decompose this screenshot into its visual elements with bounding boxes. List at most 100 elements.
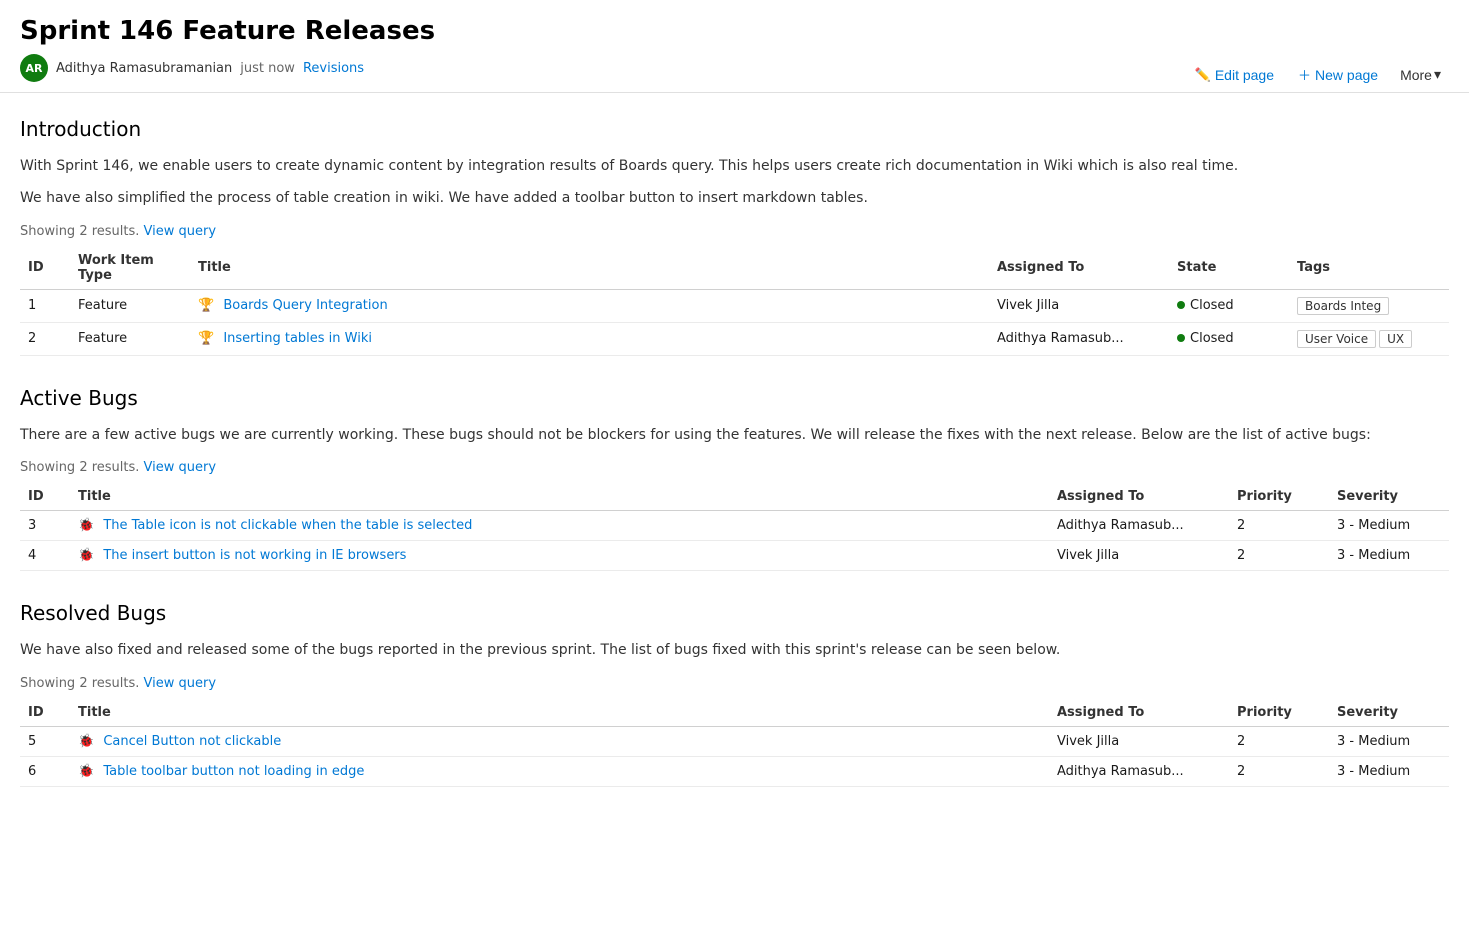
timestamp: just now xyxy=(240,61,295,76)
intro-paragraph-1: With Sprint 146, we enable users to crea… xyxy=(20,155,1449,177)
feature-icon: 🏆 xyxy=(198,298,214,313)
avatar: AR xyxy=(20,54,48,82)
title-link[interactable]: Boards Query Integration xyxy=(223,298,387,313)
cell-priority: 2 xyxy=(1229,756,1329,786)
chevron-down-icon: ▾ xyxy=(1434,66,1441,83)
cell-id: 5 xyxy=(20,726,70,756)
bug-icon: 🐞 xyxy=(78,518,94,533)
col-header-severity-resolved: Severity xyxy=(1329,699,1449,727)
title-link[interactable]: Cancel Button not clickable xyxy=(103,734,281,749)
col-header-tags: Tags xyxy=(1289,247,1449,290)
introduction-table: ID Work Item Type Title Assigned To Stat… xyxy=(20,247,1449,356)
resolved-bugs-paragraph: We have also fixed and released some of … xyxy=(20,639,1449,661)
cell-priority: 2 xyxy=(1229,726,1329,756)
cell-title: 🏆 Boards Query Integration xyxy=(190,289,989,322)
col-header-assigned-bugs: Assigned To xyxy=(1049,483,1229,511)
table-row: 4 🐞 The insert button is not working in … xyxy=(20,541,1449,571)
cell-id: 3 xyxy=(20,511,70,541)
cell-severity: 3 - Medium xyxy=(1329,756,1449,786)
status-dot xyxy=(1177,334,1185,342)
col-header-severity-bugs: Severity xyxy=(1329,483,1449,511)
cell-assigned: Adithya Ramasub... xyxy=(1049,511,1229,541)
active-bugs-paragraph: There are a few active bugs we are curre… xyxy=(20,424,1449,446)
resolved-bugs-section: Resolved Bugs We have also fixed and rel… xyxy=(20,601,1449,786)
col-header-id: ID xyxy=(20,247,70,290)
col-header-title-resolved: Title xyxy=(70,699,1049,727)
col-header-priority-bugs: Priority xyxy=(1229,483,1329,511)
author-name: Adithya Ramasubramanian xyxy=(56,61,232,76)
cell-priority: 2 xyxy=(1229,541,1329,571)
more-button[interactable]: More ▾ xyxy=(1392,61,1449,88)
col-header-title: Title xyxy=(190,247,989,290)
col-header-priority-resolved: Priority xyxy=(1229,699,1329,727)
table-row: 5 🐞 Cancel Button not clickable Vivek Ji… xyxy=(20,726,1449,756)
resolved-bugs-title: Resolved Bugs xyxy=(20,601,1449,625)
status-dot xyxy=(1177,301,1185,309)
cell-assigned: Vivek Jilla xyxy=(1049,541,1229,571)
intro-view-query-link[interactable]: View query xyxy=(144,224,217,239)
title-link[interactable]: Inserting tables in Wiki xyxy=(223,331,372,346)
cell-assigned: Adithya Ramasub... xyxy=(1049,756,1229,786)
revisions-link[interactable]: Revisions xyxy=(303,61,364,76)
cell-state: Closed xyxy=(1169,322,1289,355)
cell-tags: Boards Integ xyxy=(1289,289,1449,322)
bug-icon: 🐞 xyxy=(78,764,94,779)
introduction-title: Introduction xyxy=(20,117,1449,141)
table-row: 6 🐞 Table toolbar button not loading in … xyxy=(20,756,1449,786)
title-link[interactable]: The Table icon is not clickable when the… xyxy=(103,518,472,533)
cell-id: 6 xyxy=(20,756,70,786)
cell-title: 🐞 The insert button is not working in IE… xyxy=(70,541,1049,571)
col-header-id-resolved: ID xyxy=(20,699,70,727)
cell-tags: User VoiceUX xyxy=(1289,322,1449,355)
cell-severity: 3 - Medium xyxy=(1329,511,1449,541)
cell-state: Closed xyxy=(1169,289,1289,322)
active-bugs-view-query-link[interactable]: View query xyxy=(144,460,217,475)
cell-title: 🏆 Inserting tables in Wiki xyxy=(190,322,989,355)
cell-type: Feature xyxy=(70,322,190,355)
edit-icon: ✏️ xyxy=(1195,67,1211,83)
introduction-section: Introduction With Sprint 146, we enable … xyxy=(20,117,1449,356)
cell-assigned: Vivek Jilla xyxy=(1049,726,1229,756)
edit-page-label: Edit page xyxy=(1215,67,1274,83)
cell-id: 2 xyxy=(20,322,70,355)
active-bugs-section: Active Bugs There are a few active bugs … xyxy=(20,386,1449,571)
page-title: Sprint 146 Feature Releases xyxy=(20,16,1449,46)
cell-priority: 2 xyxy=(1229,511,1329,541)
col-header-state: State xyxy=(1169,247,1289,290)
col-header-assigned: Assigned To xyxy=(989,247,1169,290)
active-bugs-table: ID Title Assigned To Priority Severity 3… xyxy=(20,483,1449,571)
cell-title: 🐞 Table toolbar button not loading in ed… xyxy=(70,756,1049,786)
cell-severity: 3 - Medium xyxy=(1329,726,1449,756)
bug-icon: 🐞 xyxy=(78,734,94,749)
cell-title: 🐞 Cancel Button not clickable xyxy=(70,726,1049,756)
table-row: 1 Feature 🏆 Boards Query Integration Viv… xyxy=(20,289,1449,322)
resolved-bugs-view-query-link[interactable]: View query xyxy=(144,676,217,691)
cell-severity: 3 - Medium xyxy=(1329,541,1449,571)
tag-badge: UX xyxy=(1379,330,1412,348)
col-header-type: Work Item Type xyxy=(70,247,190,290)
active-bugs-title: Active Bugs xyxy=(20,386,1449,410)
plus-icon: ＋ xyxy=(1298,65,1311,84)
cell-id: 4 xyxy=(20,541,70,571)
title-link[interactable]: The insert button is not working in IE b… xyxy=(103,548,406,563)
cell-assigned: Vivek Jilla xyxy=(989,289,1169,322)
cell-assigned: Adithya Ramasub... xyxy=(989,322,1169,355)
intro-paragraph-2: We have also simplified the process of t… xyxy=(20,187,1449,209)
col-header-title-bugs: Title xyxy=(70,483,1049,511)
edit-page-button[interactable]: ✏️ Edit page xyxy=(1185,62,1284,88)
more-label: More xyxy=(1400,67,1432,83)
col-header-id-bugs: ID xyxy=(20,483,70,511)
table-row: 3 🐞 The Table icon is not clickable when… xyxy=(20,511,1449,541)
cell-id: 1 xyxy=(20,289,70,322)
resolved-bugs-table: ID Title Assigned To Priority Severity 5… xyxy=(20,699,1449,787)
intro-query-label: Showing 2 results. View query xyxy=(20,224,1449,239)
bug-icon: 🐞 xyxy=(78,548,94,563)
title-link[interactable]: Table toolbar button not loading in edge xyxy=(103,764,364,779)
active-bugs-query-label: Showing 2 results. View query xyxy=(20,460,1449,475)
content-area: Introduction With Sprint 146, we enable … xyxy=(0,93,1469,841)
new-page-button[interactable]: ＋ New page xyxy=(1288,60,1388,89)
tag-badge: Boards Integ xyxy=(1297,297,1389,315)
col-header-assigned-resolved: Assigned To xyxy=(1049,699,1229,727)
top-actions-bar: ✏️ Edit page ＋ New page More ▾ xyxy=(1185,60,1449,89)
tag-badge: User Voice xyxy=(1297,330,1376,348)
